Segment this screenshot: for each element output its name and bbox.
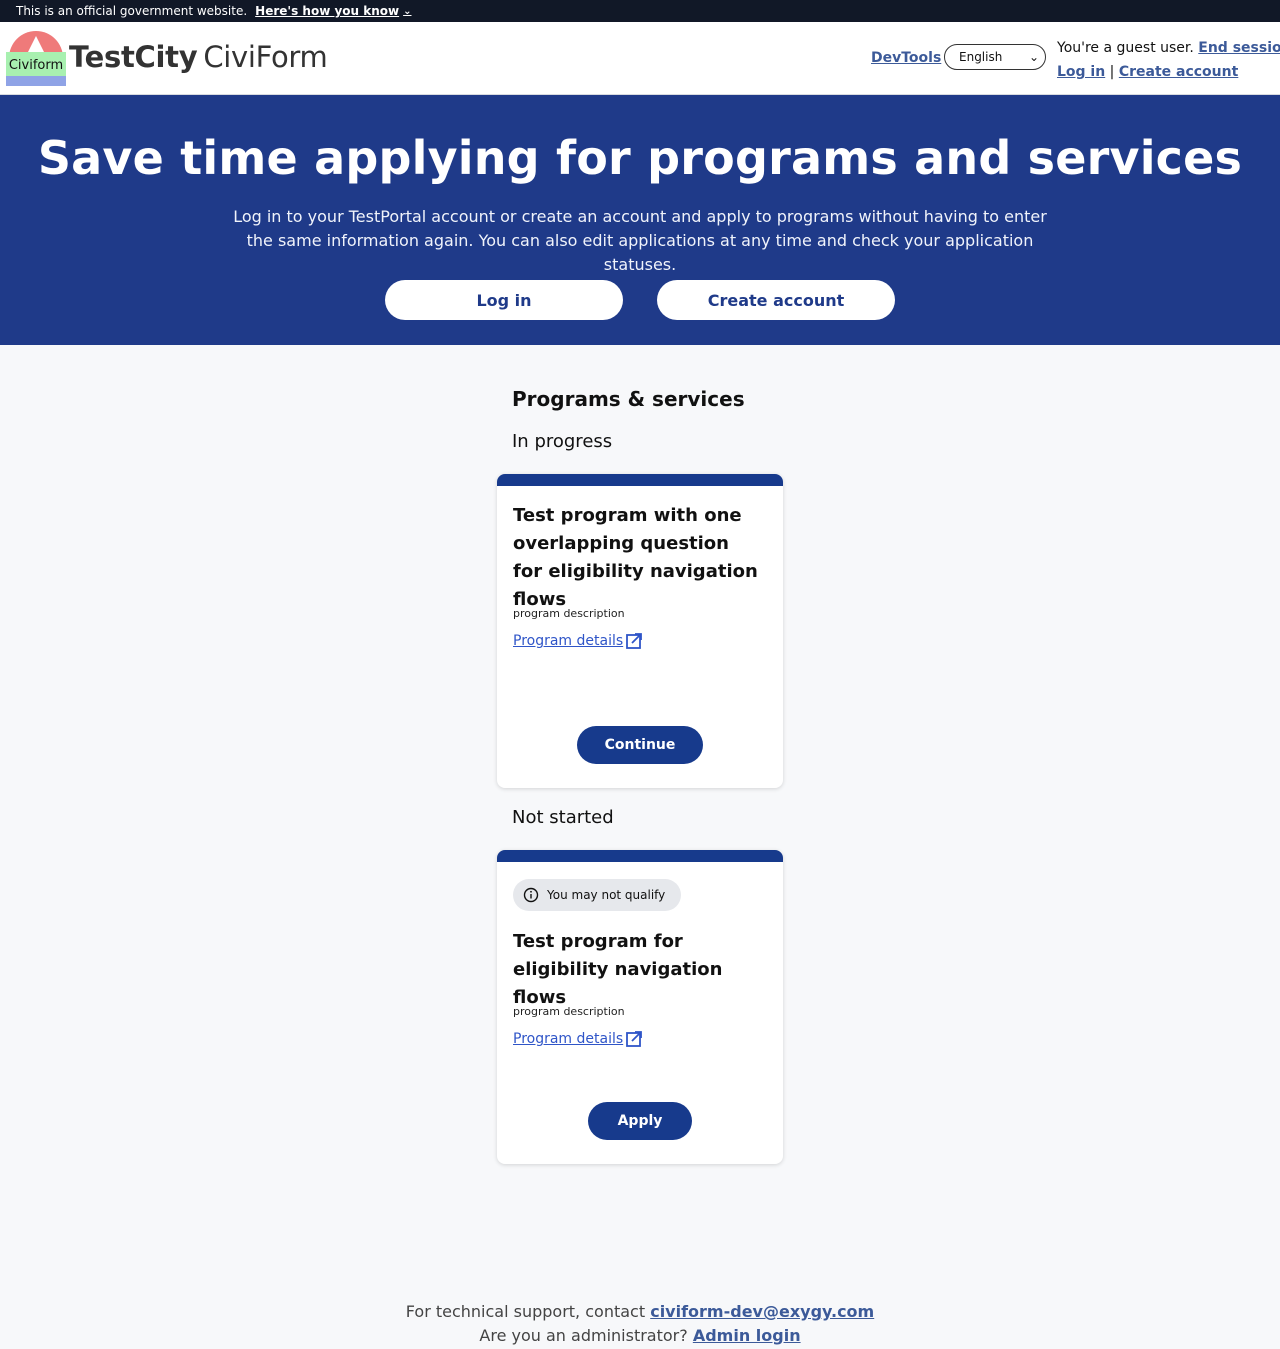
hero-description: Log in to your TestPortal account or cre… xyxy=(233,207,1047,274)
hero-banner: Save time applying for programs and serv… xyxy=(0,95,1280,345)
group-title-in-progress: In progress xyxy=(512,431,613,452)
how-you-know-link[interactable]: Here's how you know ⌄ xyxy=(255,4,411,18)
end-session-link[interactable]: End session xyxy=(1198,40,1280,56)
admin-text: Are you an administrator? xyxy=(479,1326,688,1345)
program-card: Test program with one overlapping questi… xyxy=(497,474,783,788)
devtools-link[interactable]: DevTools xyxy=(871,50,941,66)
gov-banner: This is an official government website. … xyxy=(0,0,1280,22)
program-description: program description xyxy=(513,607,625,620)
program-details-link[interactable]: Program details xyxy=(513,1030,643,1048)
hero-create-account-button[interactable]: Create account xyxy=(657,280,895,320)
language-value: English xyxy=(959,50,1003,64)
site-header: Civiform TestCity CiviForm DevTools Engli… xyxy=(0,22,1280,95)
eligibility-badge-text: You may not qualify xyxy=(547,888,666,902)
card-top-bar xyxy=(497,850,783,862)
chevron-down-icon: ⌄ xyxy=(1028,50,1039,64)
brand-city: TestCity xyxy=(69,40,198,74)
header-login-link[interactable]: Log in xyxy=(1057,64,1105,80)
brand-title[interactable]: TestCity CiviForm xyxy=(69,40,328,74)
support-email-link[interactable]: civiform-dev@exygy.com xyxy=(650,1302,874,1321)
program-details-link[interactable]: Program details xyxy=(513,632,643,650)
program-title: Test program with one overlapping questi… xyxy=(513,505,758,610)
header-create-account-link[interactable]: Create account xyxy=(1119,64,1238,80)
hero-title: Save time applying for programs and serv… xyxy=(37,131,1243,185)
program-details-label: Program details xyxy=(513,633,624,649)
separator: | xyxy=(1109,64,1115,80)
admin-login-link[interactable]: Admin login xyxy=(693,1326,801,1345)
program-description: program description xyxy=(513,1005,625,1018)
program-title: Test program for eligibility navigation … xyxy=(513,931,723,1008)
hero-login-button[interactable]: Log in xyxy=(385,280,623,320)
group-title-not-started: Not started xyxy=(512,807,614,828)
external-link-icon xyxy=(626,633,643,649)
card-top-bar xyxy=(497,474,783,486)
language-select[interactable]: English ⌄ xyxy=(944,44,1046,70)
program-details-label: Program details xyxy=(513,1031,624,1047)
apply-button[interactable]: Apply xyxy=(588,1102,692,1140)
how-you-know-label: Here's how you know xyxy=(255,4,400,18)
external-link-icon xyxy=(626,1031,643,1047)
program-card: You may not qualify Test program for eli… xyxy=(497,850,783,1164)
info-icon xyxy=(523,887,539,903)
eligibility-badge: You may not qualify xyxy=(513,879,682,911)
civiform-logo[interactable]: Civiform xyxy=(6,30,66,86)
site-footer: For technical support, contact civiform-… xyxy=(0,1300,1280,1348)
guest-text: You're a guest user. xyxy=(1057,40,1194,56)
brand-product: CiviForm xyxy=(203,40,328,74)
gov-banner-text: This is an official government website. xyxy=(16,4,248,18)
continue-button[interactable]: Continue xyxy=(577,726,703,764)
programs-section-title: Programs & services xyxy=(512,387,745,411)
support-text: For technical support, contact xyxy=(405,1302,646,1321)
user-info: You're a guest user. End session Log in … xyxy=(1057,36,1280,84)
logo-text: Civiform xyxy=(9,58,63,73)
chevron-down-icon: ⌄ xyxy=(403,5,412,17)
